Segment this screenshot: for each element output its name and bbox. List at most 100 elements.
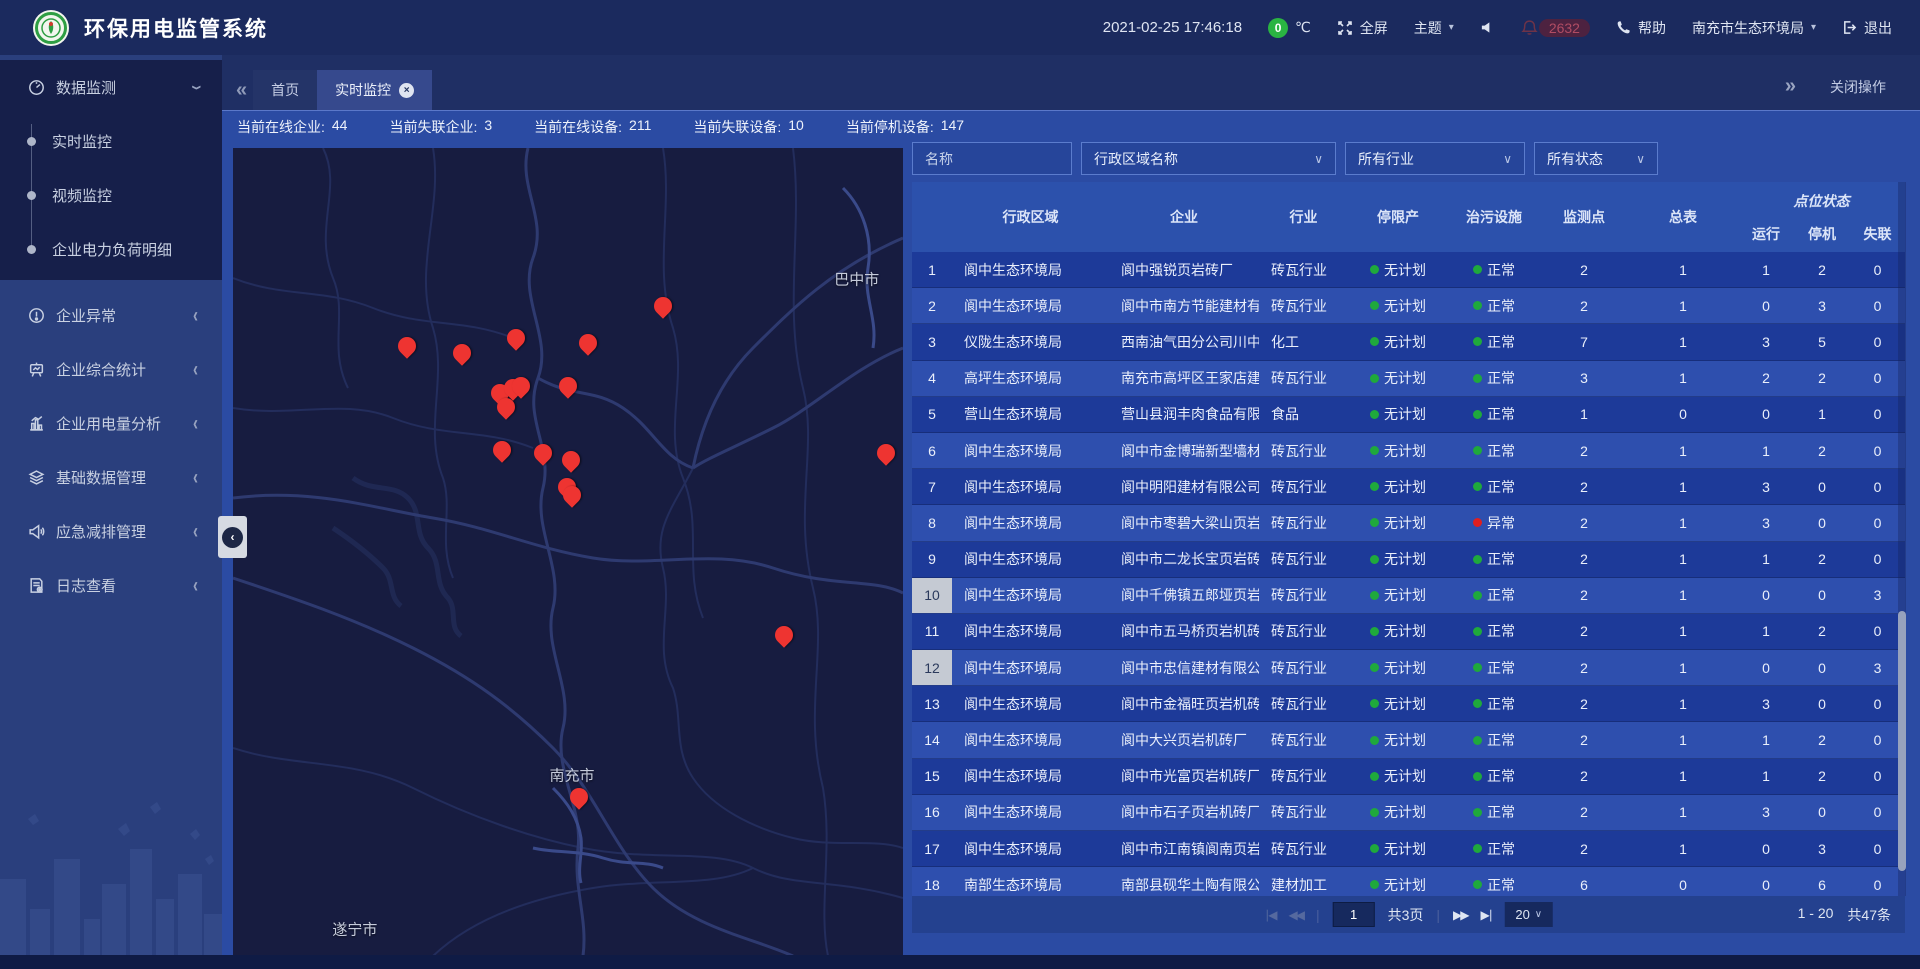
table-row[interactable]: 2 阆中生态环境局 阆中市南方节能建材有 砖瓦行业 无计划 正常 2 1 0 3… — [912, 288, 1905, 324]
next-page-icon[interactable]: ▶▶ — [1453, 908, 1467, 922]
cell-region: 阆中生态环境局 — [952, 766, 1109, 786]
cell-meters: 1 — [1628, 841, 1738, 857]
org-menu-button[interactable]: 南充市生态环境局 ▾ — [1692, 18, 1816, 38]
panel-collapse-button[interactable]: ‹ — [218, 516, 247, 558]
fullscreen-button[interactable]: 全屏 — [1337, 18, 1388, 38]
col-limit: 停限产 — [1348, 182, 1448, 252]
cell-industry: 砖瓦行业 — [1259, 658, 1348, 678]
tab-首页[interactable]: 首页 — [253, 70, 317, 110]
table-row[interactable]: 1 阆中生态环境局 阆中强锐页岩砖厂 砖瓦行业 无计划 正常 2 1 1 2 0 — [912, 252, 1905, 288]
sidebar-item-企业用电量分析[interactable]: 企业用电量分析 ‹ — [0, 396, 222, 450]
page-number-input[interactable] — [1333, 902, 1375, 927]
cell-meters: 1 — [1628, 804, 1738, 820]
cell-run: 1 — [1738, 768, 1794, 784]
table-row[interactable]: 12 阆中生态环境局 阆中市忠信建材有限公 砖瓦行业 无计划 正常 2 1 0 … — [912, 650, 1905, 686]
table-row[interactable]: 15 阆中生态环境局 阆中市光富页岩机砖厂 砖瓦行业 无计划 正常 2 1 1 … — [912, 759, 1905, 795]
notification-count-badge: 2632 — [1539, 19, 1590, 37]
clock-datetime: 2021-02-25 17:46:18 — [1103, 19, 1242, 36]
cell-facility: 正常 — [1448, 875, 1540, 895]
name-filter-input[interactable] — [912, 142, 1072, 175]
table-row[interactable]: 18 南部生态环境局 南部县砚华土陶有限公 建材加工 无计划 正常 6 0 0 … — [912, 867, 1905, 896]
sidebar-subitem-视频监控[interactable]: 视频监控 — [0, 168, 222, 222]
table-row[interactable]: 3 仪陇生态环境局 西南油气田分公司川中 化工 无计划 正常 7 1 3 5 0 — [912, 324, 1905, 360]
table-row[interactable]: 17 阆中生态环境局 阆中市江南镇阆南页岩 砖瓦行业 无计划 正常 2 1 0 … — [912, 831, 1905, 867]
cell-meters: 0 — [1628, 406, 1738, 422]
notification-button[interactable]: 2632 — [1521, 19, 1590, 37]
cell-rownum: 11 — [912, 614, 952, 649]
cell-points: 2 — [1540, 551, 1628, 567]
cell-stop: 3 — [1794, 298, 1850, 314]
prev-page-icon[interactable]: ◀◀ — [1288, 908, 1302, 922]
sidebar-item-label: 企业异常 — [56, 305, 116, 326]
table-row[interactable]: 6 阆中生态环境局 阆中市金博瑞新型墙材 砖瓦行业 无计划 正常 2 1 1 2… — [912, 433, 1905, 469]
sidebar: 数据监测 ‹ 实时监控 视频监控 企业电力负荷明细 企业异常 ‹ 企业综合统计 … — [0, 55, 222, 969]
sidebar-item-企业综合统计[interactable]: 企业综合统计 ‹ — [0, 342, 222, 396]
last-page-icon[interactable]: ▶∣ — [1481, 908, 1492, 922]
cell-stop: 0 — [1794, 660, 1850, 676]
cell-limit: 无计划 — [1348, 802, 1448, 822]
close-operations-button[interactable]: 关闭操作 — [1830, 77, 1886, 97]
col-company: 企业 — [1109, 182, 1259, 252]
cell-limit: 无计划 — [1348, 296, 1448, 316]
table-row[interactable]: 16 阆中生态环境局 阆中市石子页岩机砖厂 砖瓦行业 无计划 正常 2 1 3 … — [912, 795, 1905, 831]
sidebar-item-企业异常[interactable]: 企业异常 ‹ — [0, 288, 222, 342]
cell-region: 阆中生态环境局 — [952, 802, 1109, 822]
industry-filter-select[interactable]: 所有行业 ∨ — [1345, 142, 1525, 175]
status-dot — [1370, 591, 1379, 600]
cell-industry: 砖瓦行业 — [1259, 513, 1348, 533]
table-row[interactable]: 4 高坪生态环境局 南充市高坪区王家店建 砖瓦行业 无计划 正常 3 1 2 2… — [912, 361, 1905, 397]
cell-points: 2 — [1540, 768, 1628, 784]
region-filter-select[interactable]: 行政区域名称 ∨ — [1081, 142, 1336, 175]
tabs-scroll-left-icon[interactable]: « — [236, 79, 247, 102]
table-row[interactable]: 8 阆中生态环境局 阆中市枣碧大梁山页岩 砖瓦行业 无计划 异常 2 1 3 0… — [912, 505, 1905, 541]
sidebar-item-数据监测[interactable]: 数据监测 ‹ — [0, 60, 222, 114]
cell-company: 阆中市光富页岩机砖厂 — [1109, 766, 1259, 786]
sidebar-subitem-实时监控[interactable]: 实时监控 — [0, 114, 222, 168]
sidebar-item-基础数据管理[interactable]: 基础数据管理 ‹ — [0, 450, 222, 504]
sidebar-item-日志查看[interactable]: 日志查看 ‹ — [0, 558, 222, 612]
cell-company: 阆中市金福旺页岩机砖 — [1109, 694, 1259, 714]
help-button[interactable]: 帮助 — [1616, 18, 1666, 38]
page-size-select[interactable]: 20 ∨ — [1505, 902, 1553, 927]
scrollbar-thumb[interactable] — [1898, 611, 1906, 871]
cell-region: 阆中生态环境局 — [952, 839, 1109, 859]
cell-run: 0 — [1738, 406, 1794, 422]
cell-industry: 砖瓦行业 — [1259, 368, 1348, 388]
cell-points: 6 — [1540, 877, 1628, 893]
theme-menu-button[interactable]: 主题 ▾ — [1414, 18, 1454, 38]
cell-region: 阆中生态环境局 — [952, 549, 1109, 569]
cell-rownum: 16 — [912, 795, 952, 830]
cell-industry: 砖瓦行业 — [1259, 585, 1348, 605]
logout-button[interactable]: 退出 — [1842, 18, 1892, 38]
table-row[interactable]: 11 阆中生态环境局 阆中市五马桥页岩机砖 砖瓦行业 无计划 正常 2 1 1 … — [912, 614, 1905, 650]
cell-stop: 1 — [1794, 406, 1850, 422]
col-run: 运行 — [1738, 224, 1794, 244]
cell-industry: 砖瓦行业 — [1259, 694, 1348, 714]
cell-limit: 无计划 — [1348, 875, 1448, 895]
table-row[interactable]: 13 阆中生态环境局 阆中市金福旺页岩机砖 砖瓦行业 无计划 正常 2 1 3 … — [912, 686, 1905, 722]
status-filter-select[interactable]: 所有状态 ∨ — [1534, 142, 1658, 175]
stat-item: 当前失联企业: 3 — [389, 117, 492, 137]
cell-lost: 3 — [1850, 587, 1905, 603]
table-row[interactable]: 9 阆中生态环境局 阆中市二龙长宝页岩砖 砖瓦行业 无计划 正常 2 1 1 2… — [912, 542, 1905, 578]
cell-limit: 无计划 — [1348, 368, 1448, 388]
first-page-icon[interactable]: ∣◀ — [1264, 908, 1275, 922]
sidebar-item-应急减排管理[interactable]: 应急减排管理 ‹ — [0, 504, 222, 558]
cell-lost: 0 — [1850, 841, 1905, 857]
stat-label: 当前在线设备: — [534, 117, 622, 137]
cell-industry: 砖瓦行业 — [1259, 477, 1348, 497]
speaker-mute-button[interactable] — [1480, 20, 1495, 35]
sidebar-subitem-企业电力负荷明细[interactable]: 企业电力负荷明细 — [0, 222, 222, 276]
cell-rownum: 15 — [912, 759, 952, 794]
cell-meters: 0 — [1628, 877, 1738, 893]
table-row[interactable]: 5 营山生态环境局 营山县润丰肉食品有限 食品 无计划 正常 1 0 0 1 0 — [912, 397, 1905, 433]
status-dot — [1473, 410, 1482, 419]
map-roads-decoration — [233, 148, 903, 956]
tabs-scroll-right-icon[interactable]: » — [1785, 75, 1796, 98]
table-row[interactable]: 14 阆中生态环境局 阆中大兴页岩机砖厂 砖瓦行业 无计划 正常 2 1 1 2… — [912, 722, 1905, 758]
tab-close-icon[interactable]: × — [399, 83, 414, 98]
table-row[interactable]: 7 阆中生态环境局 阆中明阳建材有限公司 砖瓦行业 无计划 正常 2 1 3 0… — [912, 469, 1905, 505]
table-row[interactable]: 10 阆中生态环境局 阆中千佛镇五郎垭页岩 砖瓦行业 无计划 正常 2 1 0 … — [912, 578, 1905, 614]
tab-实时监控[interactable]: 实时监控 × — [317, 70, 432, 110]
status-dot — [1370, 482, 1379, 491]
